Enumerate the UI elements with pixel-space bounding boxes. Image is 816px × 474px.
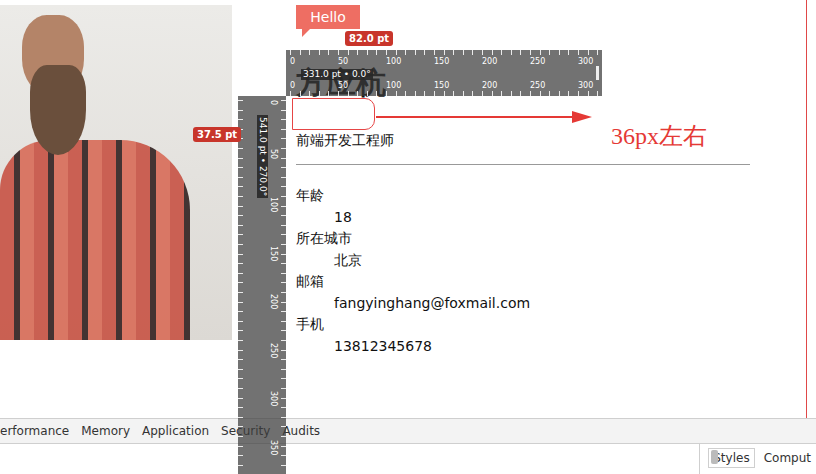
field-value: fangyinghang@foxmail.com <box>334 293 816 315</box>
ruler-readout: 331.0 pt • 0.0° <box>301 69 373 80</box>
ruler-label: 0 <box>290 57 295 66</box>
devtools-lower: StylesComput <box>0 444 816 474</box>
scroll-handle[interactable] <box>711 450 718 464</box>
ruler-label: 50 <box>269 149 278 159</box>
ruler-ticks <box>290 91 598 96</box>
page-border-line <box>806 0 807 418</box>
field-label: 年龄 <box>296 185 816 207</box>
devtools-panel: erformanceMemoryApplicationSecurityAudit… <box>0 418 816 474</box>
ruler-label: 250 <box>530 81 545 90</box>
ruler-label: 50 <box>338 81 348 90</box>
devtools-tab[interactable]: Memory <box>75 424 136 438</box>
resume-title: 前端开发工程师 <box>296 131 816 149</box>
measure-badge: 37.5 pt <box>193 127 241 142</box>
vertical-ruler[interactable]: 0 50 100 150 200 250 300 350 541.0 pt • 270.0° <box>238 96 286 474</box>
ruler-label: 150 <box>434 81 449 90</box>
ruler-label: 300 <box>578 81 593 90</box>
ruler-label: 250 <box>530 57 545 66</box>
devtools-tab[interactable]: Application <box>136 424 215 438</box>
field-label: 手机 <box>296 314 816 336</box>
ruler-label: 0 <box>269 100 278 105</box>
ruler-label: 300 <box>578 57 593 66</box>
photo-beard <box>30 65 86 155</box>
info-list: 年龄18所在城市北京邮箱fangyinghang@foxmail.com手机13… <box>296 185 816 357</box>
ruler-ticks <box>238 100 243 474</box>
ruler-label: 0 <box>290 81 295 90</box>
ruler-label: 250 <box>269 343 278 358</box>
ruler-label: 50 <box>338 57 348 66</box>
portrait-photo <box>0 5 232 340</box>
devtools-tab[interactable]: erformance <box>0 424 75 438</box>
sidebar-tab[interactable]: Comput <box>759 448 816 468</box>
ruler-label: 350 <box>269 440 278 455</box>
ruler-handle[interactable] <box>596 66 599 80</box>
ruler-label: 200 <box>269 294 278 309</box>
ruler-label: 200 <box>482 57 497 66</box>
ruler-label: 150 <box>434 57 449 66</box>
ruler-label: 300 <box>269 391 278 406</box>
field-label: 邮箱 <box>296 271 816 293</box>
field-label: 所在城市 <box>296 228 816 250</box>
field-value: 18 <box>334 207 816 229</box>
horizontal-ruler[interactable]: 0 0 50 50 100 100 150 150 200 200 250 250 300 300 331.… <box>286 50 602 96</box>
hello-bubble: Hello <box>296 5 360 29</box>
ruler-label: 100 <box>386 81 401 90</box>
photo-shirt <box>0 140 190 340</box>
annotation-note: 36px左右 <box>611 121 707 151</box>
ruler-label: 100 <box>386 57 401 66</box>
ruler-label: 100 <box>269 197 278 212</box>
ruler-readout: 541.0 pt • 270.0° <box>257 115 268 198</box>
ruler-ticks <box>290 50 598 55</box>
arrow-icon <box>376 108 596 126</box>
divider <box>296 164 750 165</box>
field-value: 北京 <box>334 250 816 272</box>
ruler-label: 150 <box>269 246 278 261</box>
ruler-ticks <box>281 100 286 474</box>
field-value: 13812345678 <box>334 336 816 358</box>
highlight-box <box>292 98 375 130</box>
devtools-tabbar: erformanceMemoryApplicationSecurityAudit… <box>0 418 816 444</box>
ruler-label: 200 <box>482 81 497 90</box>
measure-badge: 82.0 pt <box>345 31 393 46</box>
